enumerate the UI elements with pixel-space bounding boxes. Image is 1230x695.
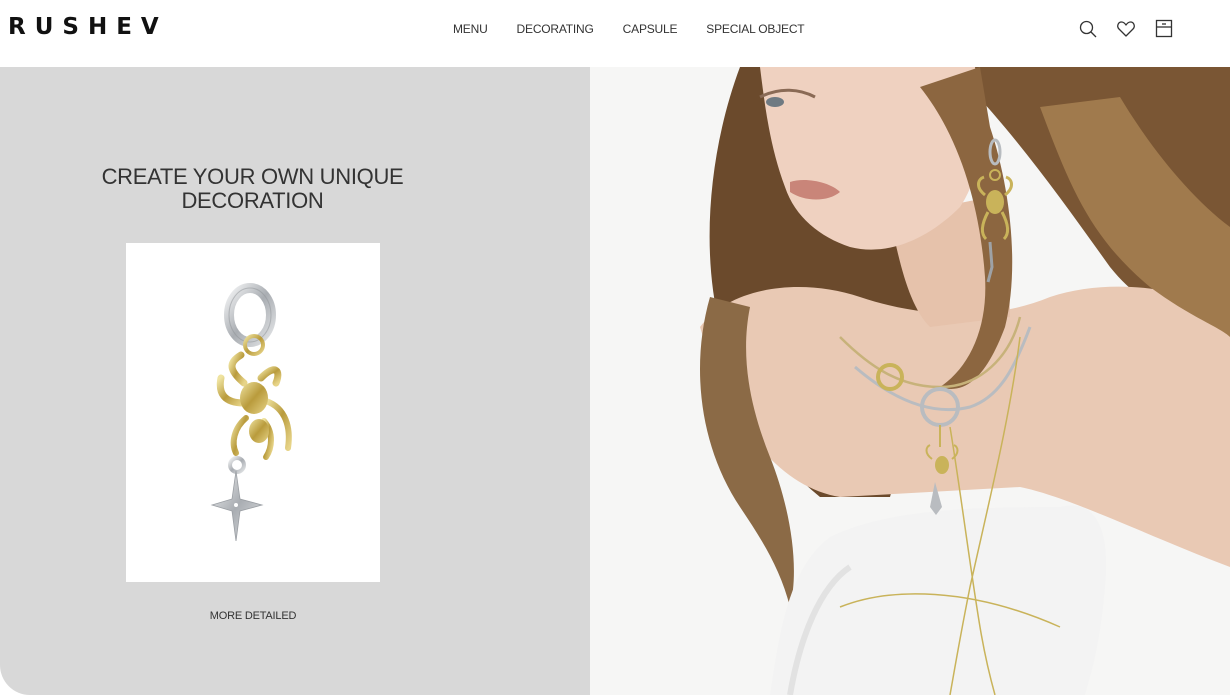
nav-item-capsule[interactable]: CAPSULE [623,22,678,36]
heart-icon[interactable] [1116,19,1136,39]
more-detailed-link[interactable]: MORE DETAILED [126,610,380,622]
nav-item-special-object[interactable]: SPECIAL OBJECT [706,22,804,36]
main-nav: MENU DECORATING CAPSULE SPECIAL OBJECT [453,22,805,36]
nav-item-decorating[interactable]: DECORATING [517,22,594,36]
search-icon[interactable] [1078,19,1098,39]
product-image-card[interactable] [126,243,380,582]
promo-headline: CREATE YOUR OWN UNIQUE DECORATION [101,164,404,213]
site-header: RUSHEV MENU DECORATING CAPSULE SPECIAL O… [0,0,1230,67]
promo-panel: CREATE YOUR OWN UNIQUE DECORATION MORE D… [0,67,590,695]
header-actions [1078,19,1174,39]
model-photo [590,67,1230,695]
nav-item-menu[interactable]: MENU [453,22,488,36]
brand-logo[interactable]: RUSHEV [8,14,168,40]
hero-image [590,67,1230,695]
earring-product-image [210,283,292,542]
cart-icon[interactable] [1154,19,1174,39]
